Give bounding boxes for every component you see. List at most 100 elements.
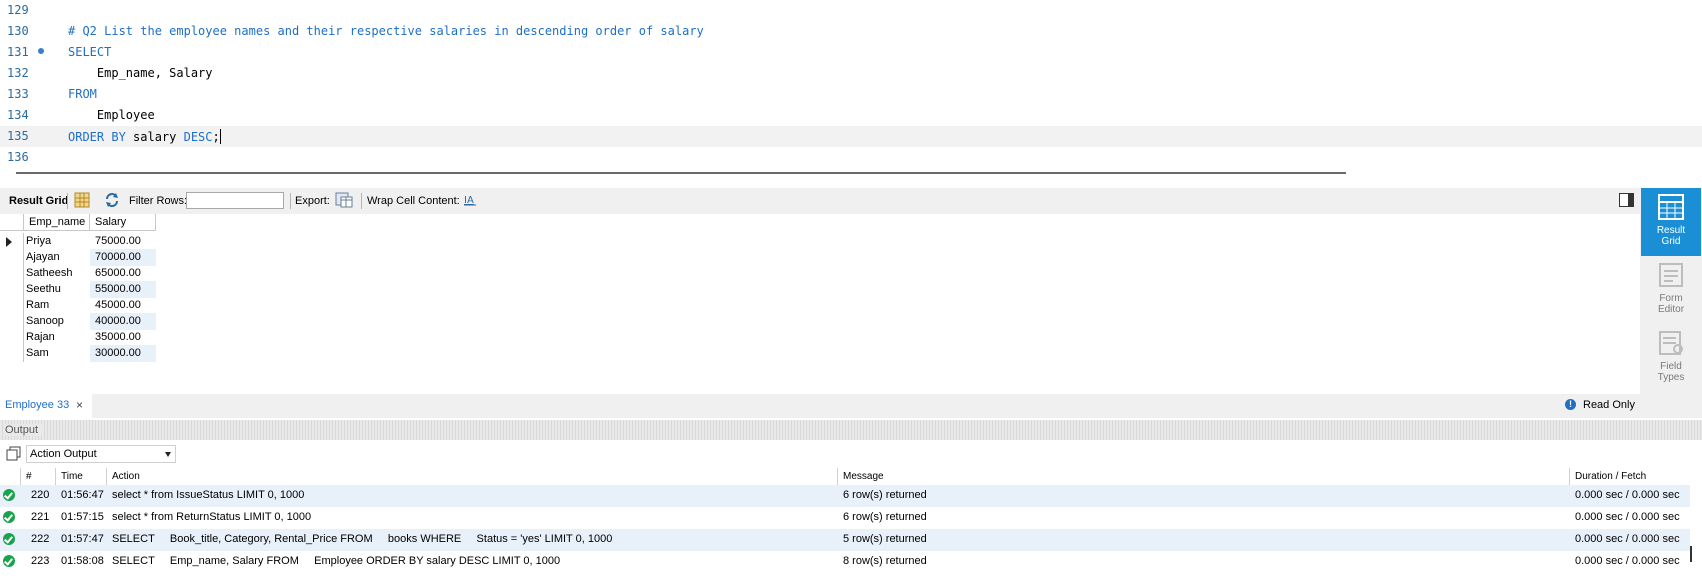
cell-emp-name[interactable]: Sam bbox=[26, 347, 49, 359]
cell-emp-name[interactable]: Ram bbox=[26, 299, 49, 311]
row-header[interactable] bbox=[0, 345, 24, 362]
cell-salary[interactable]: 75000.00 bbox=[95, 235, 141, 247]
export-icon[interactable] bbox=[335, 192, 353, 211]
output-cell-time: 01:57:15 bbox=[61, 511, 104, 523]
cell-salary[interactable]: 40000.00 bbox=[95, 315, 141, 327]
row-header[interactable] bbox=[0, 249, 24, 266]
field-types-view-button[interactable]: Field Types bbox=[1641, 328, 1701, 392]
table-row[interactable]: Ajayan 70000.00 bbox=[0, 249, 156, 266]
toolbar-divider bbox=[361, 193, 362, 209]
success-check-icon bbox=[3, 511, 15, 523]
cell-emp-name[interactable]: Seethu bbox=[26, 283, 61, 295]
cell-emp-name[interactable]: Priya bbox=[26, 235, 51, 247]
output-vertical-scrollbar[interactable] bbox=[1690, 546, 1692, 562]
cell-salary[interactable]: 35000.00 bbox=[95, 331, 141, 343]
output-row[interactable]: 222 01:57:47 SELECT Book_title, Category, … bbox=[0, 529, 1690, 551]
output-cell-time: 01:56:47 bbox=[61, 489, 104, 501]
chevron-down-icon bbox=[165, 452, 171, 457]
row-header[interactable] bbox=[0, 297, 24, 314]
sql-text: Employee bbox=[68, 108, 155, 122]
output-cell-num: 223 bbox=[31, 555, 50, 567]
code-line[interactable]: 136 bbox=[0, 147, 1702, 168]
column-header-duration[interactable]: Duration / Fetch bbox=[1575, 471, 1646, 482]
column-header-number[interactable]: # bbox=[26, 471, 32, 482]
table-row[interactable]: Ram 45000.00 bbox=[0, 297, 156, 314]
line-number: 135 bbox=[7, 129, 29, 143]
close-icon[interactable]: × bbox=[76, 398, 83, 412]
row-header[interactable] bbox=[0, 265, 24, 282]
table-row[interactable]: Priya 75000.00 bbox=[0, 233, 156, 250]
refresh-icon[interactable] bbox=[104, 192, 120, 211]
sql-text: Emp_name, Salary bbox=[68, 66, 213, 80]
grid-corner-header bbox=[0, 214, 24, 231]
cell-emp-name[interactable]: Rajan bbox=[26, 331, 55, 343]
line-number: 136 bbox=[7, 150, 29, 164]
filter-rows-input[interactable] bbox=[186, 192, 284, 209]
form-editor-view-button[interactable]: Form Editor bbox=[1641, 260, 1701, 324]
code-line[interactable]: 134 Employee bbox=[0, 105, 1702, 126]
column-divider bbox=[1569, 468, 1570, 485]
output-cell-duration: 0.000 sec / 0.000 sec bbox=[1575, 511, 1680, 523]
code-line[interactable]: 129 bbox=[0, 0, 1702, 21]
code-line[interactable]: 132 Emp_name, Salary bbox=[0, 63, 1702, 84]
form-editor-view-label: Form Editor bbox=[1657, 293, 1685, 315]
table-row[interactable]: Sam 30000.00 bbox=[0, 345, 156, 362]
sql-text: ; bbox=[212, 130, 220, 144]
code-line[interactable]: 130 # Q2 List the employee names and thei… bbox=[0, 21, 1702, 42]
svg-text:IA: IA bbox=[464, 195, 474, 206]
result-grid[interactable]: Emp_name Salary Priya 75000.00 Ajayan 70000… bbox=[0, 214, 1640, 394]
output-table-header: # Time Action Message Duration / Fetch bbox=[0, 468, 1702, 485]
cell-salary[interactable]: 70000.00 bbox=[95, 251, 141, 263]
cell-emp-name[interactable]: Satheesh bbox=[26, 267, 72, 279]
output-cell-duration: 0.000 sec / 0.000 sec bbox=[1575, 533, 1680, 545]
result-grid-view-label: Result Grid bbox=[1656, 225, 1686, 247]
editor-horizontal-scrollbar[interactable] bbox=[16, 172, 1346, 174]
export-label: Export: bbox=[295, 195, 330, 207]
toggle-panel-icon[interactable] bbox=[1619, 193, 1634, 210]
code-line[interactable]: 133 FROM bbox=[0, 84, 1702, 105]
line-number: 133 bbox=[7, 87, 29, 101]
code-text: # Q2 List the employee names and their r… bbox=[68, 24, 704, 38]
table-row[interactable]: Seethu 55000.00 bbox=[0, 281, 156, 298]
code-line[interactable]: 131 SELECT bbox=[0, 42, 1702, 63]
copy-icon[interactable] bbox=[6, 446, 21, 464]
field-types-view-label: Field Types bbox=[1657, 361, 1685, 383]
output-row[interactable]: 220 01:56:47 select * from IssueStatus LIM… bbox=[0, 485, 1690, 507]
output-panel-header[interactable]: Output bbox=[0, 420, 1702, 440]
cell-salary[interactable]: 45000.00 bbox=[95, 299, 141, 311]
output-cell-num: 220 bbox=[31, 489, 50, 501]
code-text: SELECT bbox=[68, 45, 111, 59]
table-row[interactable]: Rajan 35000.00 bbox=[0, 329, 156, 346]
column-header-time[interactable]: Time bbox=[61, 471, 83, 482]
result-grid-view-button[interactable]: Result Grid bbox=[1641, 188, 1701, 256]
table-row[interactable]: Sanoop 40000.00 bbox=[0, 313, 156, 330]
action-output-select[interactable]: Action Output bbox=[26, 445, 176, 463]
cell-emp-name[interactable]: Ajayan bbox=[26, 251, 60, 263]
action-output-value: Action Output bbox=[30, 448, 97, 460]
row-header[interactable] bbox=[0, 233, 24, 250]
line-number: 132 bbox=[7, 66, 29, 80]
output-cell-num: 221 bbox=[31, 511, 50, 523]
sql-keyword: SELECT bbox=[68, 45, 112, 59]
column-header-emp-name[interactable]: Emp_name bbox=[24, 214, 90, 231]
row-header[interactable] bbox=[0, 313, 24, 330]
column-header-salary[interactable]: Salary bbox=[90, 214, 156, 231]
row-header[interactable] bbox=[0, 281, 24, 298]
code-line[interactable]: 135 ORDER BY salary DESC; bbox=[0, 126, 1702, 147]
column-header-message[interactable]: Message bbox=[843, 471, 884, 482]
output-cell-message: 8 row(s) returned bbox=[843, 555, 927, 567]
sql-editor[interactable]: 129 130 # Q2 List the employee names and t… bbox=[0, 0, 1702, 168]
cell-salary[interactable]: 55000.00 bbox=[95, 283, 141, 295]
cell-emp-name[interactable]: Sanoop bbox=[26, 315, 64, 327]
row-header[interactable] bbox=[0, 329, 24, 346]
output-row[interactable]: 221 01:57:15 select * from ReturnStatus LI… bbox=[0, 507, 1690, 529]
grid-layout-icon[interactable] bbox=[74, 192, 90, 211]
table-row[interactable]: Satheesh 65000.00 bbox=[0, 265, 156, 282]
cell-salary[interactable]: 65000.00 bbox=[95, 267, 141, 279]
cell-salary[interactable]: 30000.00 bbox=[95, 347, 141, 359]
column-header-action[interactable]: Action bbox=[112, 471, 140, 482]
output-row[interactable]: 223 01:58:08 SELECT Emp_name, Salary FROM … bbox=[0, 551, 1690, 573]
tab-employee-33[interactable]: Employee 33 × bbox=[0, 394, 92, 418]
wrap-text-icon[interactable]: IA bbox=[463, 192, 477, 209]
output-cell-num: 222 bbox=[31, 533, 50, 545]
